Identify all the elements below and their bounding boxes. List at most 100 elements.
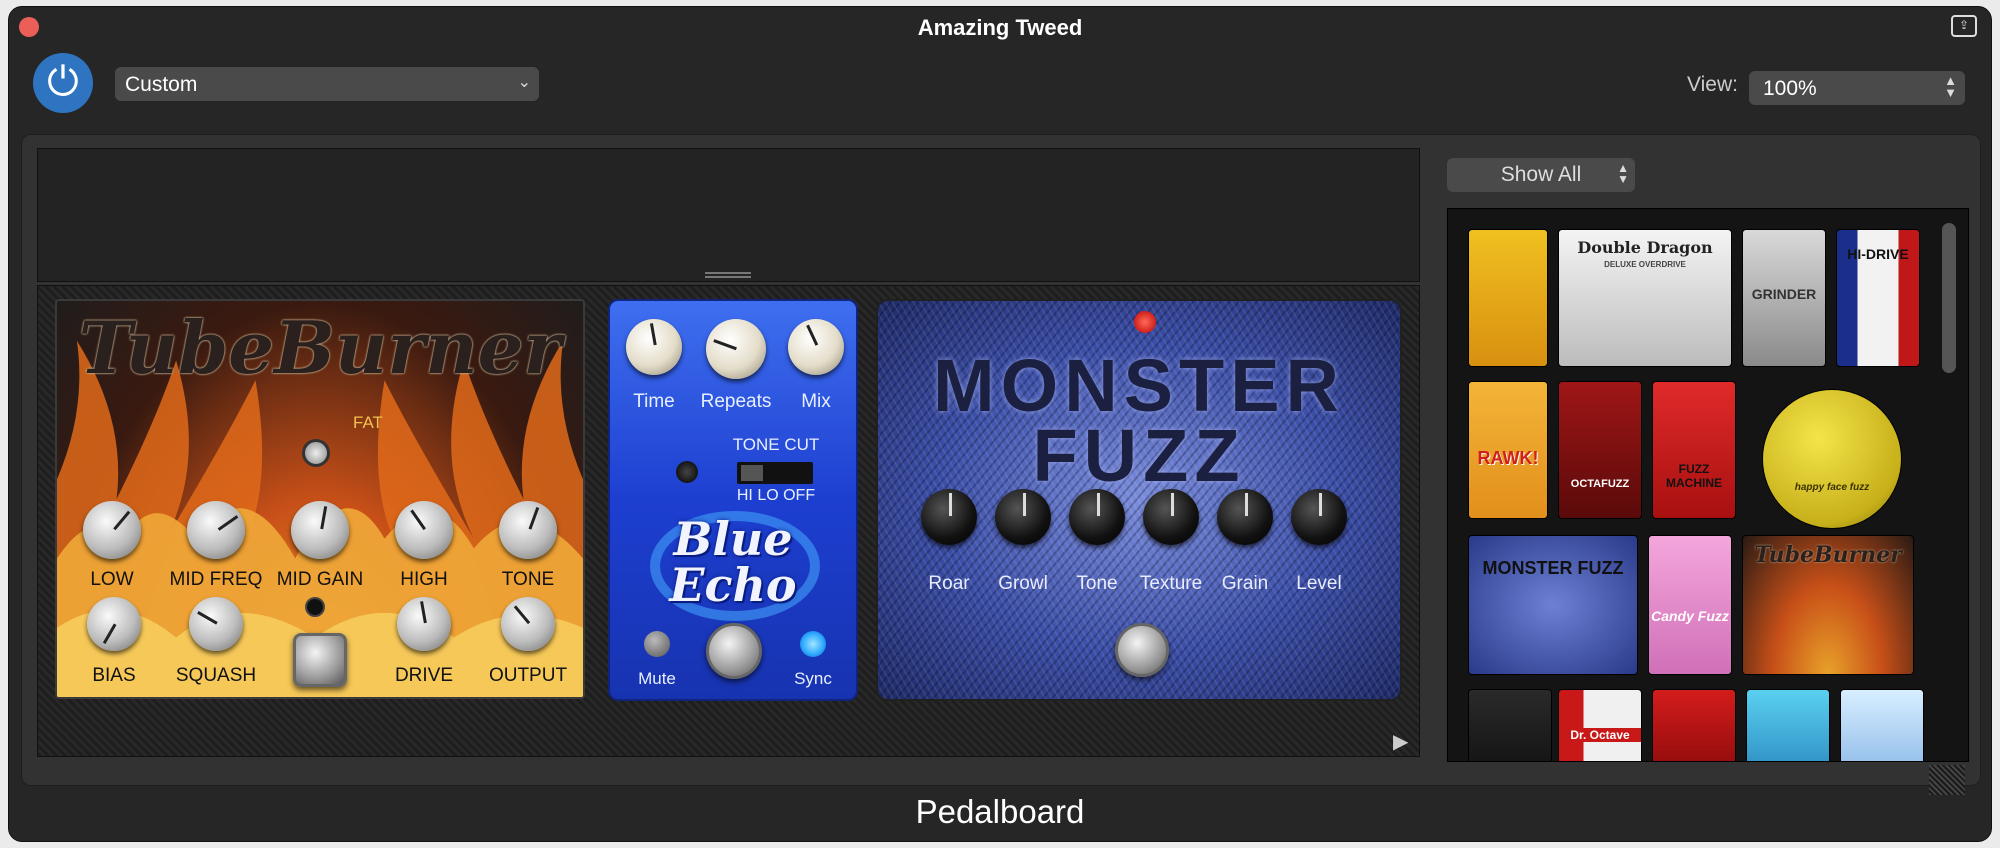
tube-burner-thumb-name: TubeBurner	[1754, 542, 1902, 568]
monster-fuzz-logo: MONSTER FUZZ	[878, 349, 1400, 493]
monster-fuzz-footswitch[interactable]	[1115, 623, 1169, 677]
library-item-tube-burner[interactable]: TubeBurner	[1742, 535, 1914, 675]
view-label: View:	[1687, 73, 1738, 96]
library-item-ice-pedal[interactable]	[1840, 689, 1924, 761]
bias-knob[interactable]	[87, 597, 141, 651]
chevron-down-icon: ⌄	[517, 74, 531, 91]
mid-gain-label: MID GAIN	[276, 569, 364, 590]
sync-button[interactable]	[800, 631, 826, 657]
library-item-happy-face-fuzz[interactable]: happy face fuzz	[1762, 389, 1902, 529]
output-label: OUTPUT	[488, 665, 568, 686]
library-filter-value: Show All	[1500, 163, 1582, 186]
pedal-blue-echo[interactable]: Time Repeats Mix TONE CUT HI LO OFF Blue…	[608, 299, 858, 701]
stepper-arrows-icon: ▲ ▼	[1617, 161, 1629, 186]
library-item-aqua-pedal[interactable]	[1746, 689, 1830, 761]
library-item-rawk[interactable]: RAWK!	[1468, 381, 1548, 519]
library-item-dr-octave[interactable]: Dr. Octave	[1558, 689, 1642, 761]
pedalboard-title: Pedalboard	[915, 793, 1085, 830]
rawk-name: RAWK!	[1477, 448, 1539, 468]
low-knob[interactable]	[83, 501, 141, 559]
pedal-library: Double Dragon DELUXE OVERDRIVE GRINDER H…	[1447, 208, 1969, 762]
scroll-right-icon[interactable]: ▶	[1393, 729, 1408, 754]
tube-burner-logo: TubeBurner	[78, 305, 562, 390]
preset-value: Custom	[125, 73, 198, 96]
drive-label: DRIVE	[394, 665, 454, 686]
sync-label: Sync	[794, 669, 832, 688]
window-expand-icon[interactable]: ⇪	[1951, 15, 1977, 37]
mid-freq-knob[interactable]	[187, 501, 245, 559]
library-item-monster-fuzz[interactable]: MONSTER FUZZ	[1468, 535, 1638, 675]
grinder-name: GRINDER	[1751, 286, 1817, 302]
octafuzz-name: OCTAFUZZ	[1570, 478, 1630, 490]
tone-knob-fuzz[interactable]	[1069, 489, 1125, 545]
mix-knob[interactable]	[788, 319, 844, 375]
library-filter-select[interactable]: Show All ▲ ▼	[1447, 158, 1635, 192]
library-scrollbar[interactable]	[1942, 223, 1956, 373]
pedal-tube-burner[interactable]: TubeBurner FAT LOW MID FREQ MID GAIN HIG…	[55, 299, 585, 699]
plugin-window: Amazing Tweed ⇪ ⏻ Custom ⌄ View: 100% ▲ ▼…	[8, 6, 1992, 842]
preset-dropdown[interactable]: Custom ⌄	[115, 67, 539, 101]
high-knob[interactable]	[395, 501, 453, 559]
monster-fuzz-logo-line2: FUZZ	[1032, 414, 1246, 497]
repeats-knob[interactable]	[706, 319, 766, 379]
blue-echo-logo-line2: Echo	[669, 558, 797, 612]
high-label: HIGH	[400, 569, 448, 590]
level-knob[interactable]	[1291, 489, 1347, 545]
growl-knob[interactable]	[995, 489, 1051, 545]
library-item-red-pedal[interactable]	[1652, 689, 1736, 761]
drawer-resize-handle[interactable]	[705, 272, 751, 278]
tone-cut-switch[interactable]	[737, 462, 813, 484]
squash-label: SQUASH	[175, 665, 257, 686]
library-item-candy-fuzz[interactable]: Candy Fuzz	[1648, 535, 1732, 675]
fuzz-machine-name: FUZZ MACHINE	[1666, 462, 1722, 490]
level-label: Level	[1296, 573, 1342, 594]
library-item-vintage-drive[interactable]	[1468, 229, 1548, 367]
texture-knob[interactable]	[1143, 489, 1199, 545]
monster-fuzz-led	[1134, 311, 1156, 333]
stepper-arrows-icon: ▲ ▼	[1944, 73, 1957, 100]
library-item-grinder[interactable]: GRINDER	[1742, 229, 1826, 367]
happy-face-name: happy face fuzz	[1794, 482, 1870, 493]
monster-fuzz-thumb-name: MONSTER FUZZ	[1482, 558, 1624, 578]
tone-cut-label: TONE CUT	[732, 435, 820, 454]
fat-toggle[interactable]	[302, 439, 330, 467]
tone-knob[interactable]	[499, 501, 557, 559]
library-item-double-dragon[interactable]: Double Dragon DELUXE OVERDRIVE	[1558, 229, 1732, 367]
mid-freq-label: MID FREQ	[169, 569, 263, 590]
time-knob[interactable]	[626, 319, 682, 375]
mid-gain-knob[interactable]	[291, 501, 349, 559]
blue-echo-led	[676, 461, 698, 483]
fat-label: FAT	[353, 413, 383, 432]
library-item-hi-drive[interactable]: HI-DRIVE	[1836, 229, 1920, 367]
mute-button[interactable]	[644, 631, 670, 657]
mute-label: Mute	[638, 669, 676, 688]
squash-knob[interactable]	[189, 597, 243, 651]
tube-burner-led	[305, 597, 325, 617]
window-title: Amazing Tweed	[917, 15, 1083, 40]
library-item-fuzz-machine[interactable]: FUZZ MACHINE	[1652, 381, 1736, 519]
hi-lo-off-label: HI LO OFF	[736, 487, 816, 504]
candy-fuzz-name: Candy Fuzz	[1651, 608, 1729, 624]
double-dragon-name: Double Dragon	[1577, 238, 1713, 257]
tone-label: TONE	[501, 569, 555, 590]
blue-echo-footswitch[interactable]	[706, 623, 762, 679]
mix-label: Mix	[801, 391, 831, 412]
tube-burner-footswitch[interactable]	[293, 633, 347, 687]
output-knob[interactable]	[501, 597, 555, 651]
roar-knob[interactable]	[921, 489, 977, 545]
drive-knob[interactable]	[397, 597, 451, 651]
blue-echo-logo: Blue Echo	[610, 516, 856, 608]
grain-knob[interactable]	[1217, 489, 1273, 545]
power-button[interactable]: ⏻	[33, 53, 93, 113]
double-dragon-subtitle: DELUXE OVERDRIVE	[1604, 260, 1686, 269]
low-label: LOW	[90, 569, 134, 590]
library-item-distortion[interactable]	[1468, 689, 1552, 761]
library-item-octafuzz[interactable]: OCTAFUZZ	[1558, 381, 1642, 519]
pedal-monster-fuzz[interactable]: MONSTER FUZZ Roar Growl Tone Texture Grai…	[876, 299, 1402, 701]
hi-drive-name: HI-DRIVE	[1847, 246, 1909, 262]
bias-label: BIAS	[92, 665, 136, 686]
resize-grip[interactable]	[1929, 765, 1965, 795]
dr-octave-name: Dr. Octave	[1559, 728, 1641, 742]
view-zoom-value: 100%	[1763, 77, 1817, 100]
view-zoom-select[interactable]: 100% ▲ ▼	[1749, 71, 1965, 105]
